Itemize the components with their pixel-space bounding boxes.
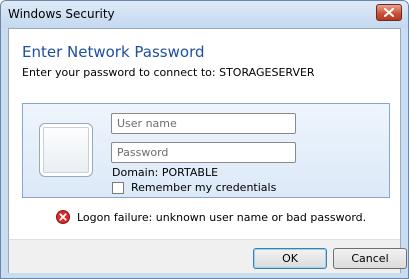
user-picture-tile [39,123,93,177]
password-field[interactable] [111,142,296,163]
remember-checkbox[interactable] [112,181,124,194]
close-button[interactable] [376,4,402,21]
title-bar[interactable]: Windows Security [1,1,408,28]
cancel-button[interactable]: Cancel [333,248,407,269]
dialog-heading: Enter Network Password [22,43,205,61]
close-icon [384,8,394,17]
username-field[interactable] [111,113,296,134]
button-bar: OK Cancel [9,239,407,273]
windows-security-dialog: Windows Security Enter Network Password … [0,0,409,279]
dialog-content: Enter Network Password Enter your passwo… [8,28,407,273]
remember-label: Remember my credentials [131,181,277,194]
ok-button[interactable]: OK [253,248,327,269]
window-title: Windows Security [8,7,115,21]
dialog-subheading: Enter your password to connect to: STORA… [22,66,315,79]
error-message: Logon failure: unknown user name or bad … [77,210,367,224]
error-icon [56,210,70,224]
domain-label: Domain: PORTABLE [112,166,219,179]
remember-credentials-option[interactable]: Remember my credentials [112,181,276,194]
error-message-row: Logon failure: unknown user name or bad … [56,210,366,224]
credential-tile[interactable]: Domain: PORTABLE Remember my credentials [22,103,390,198]
